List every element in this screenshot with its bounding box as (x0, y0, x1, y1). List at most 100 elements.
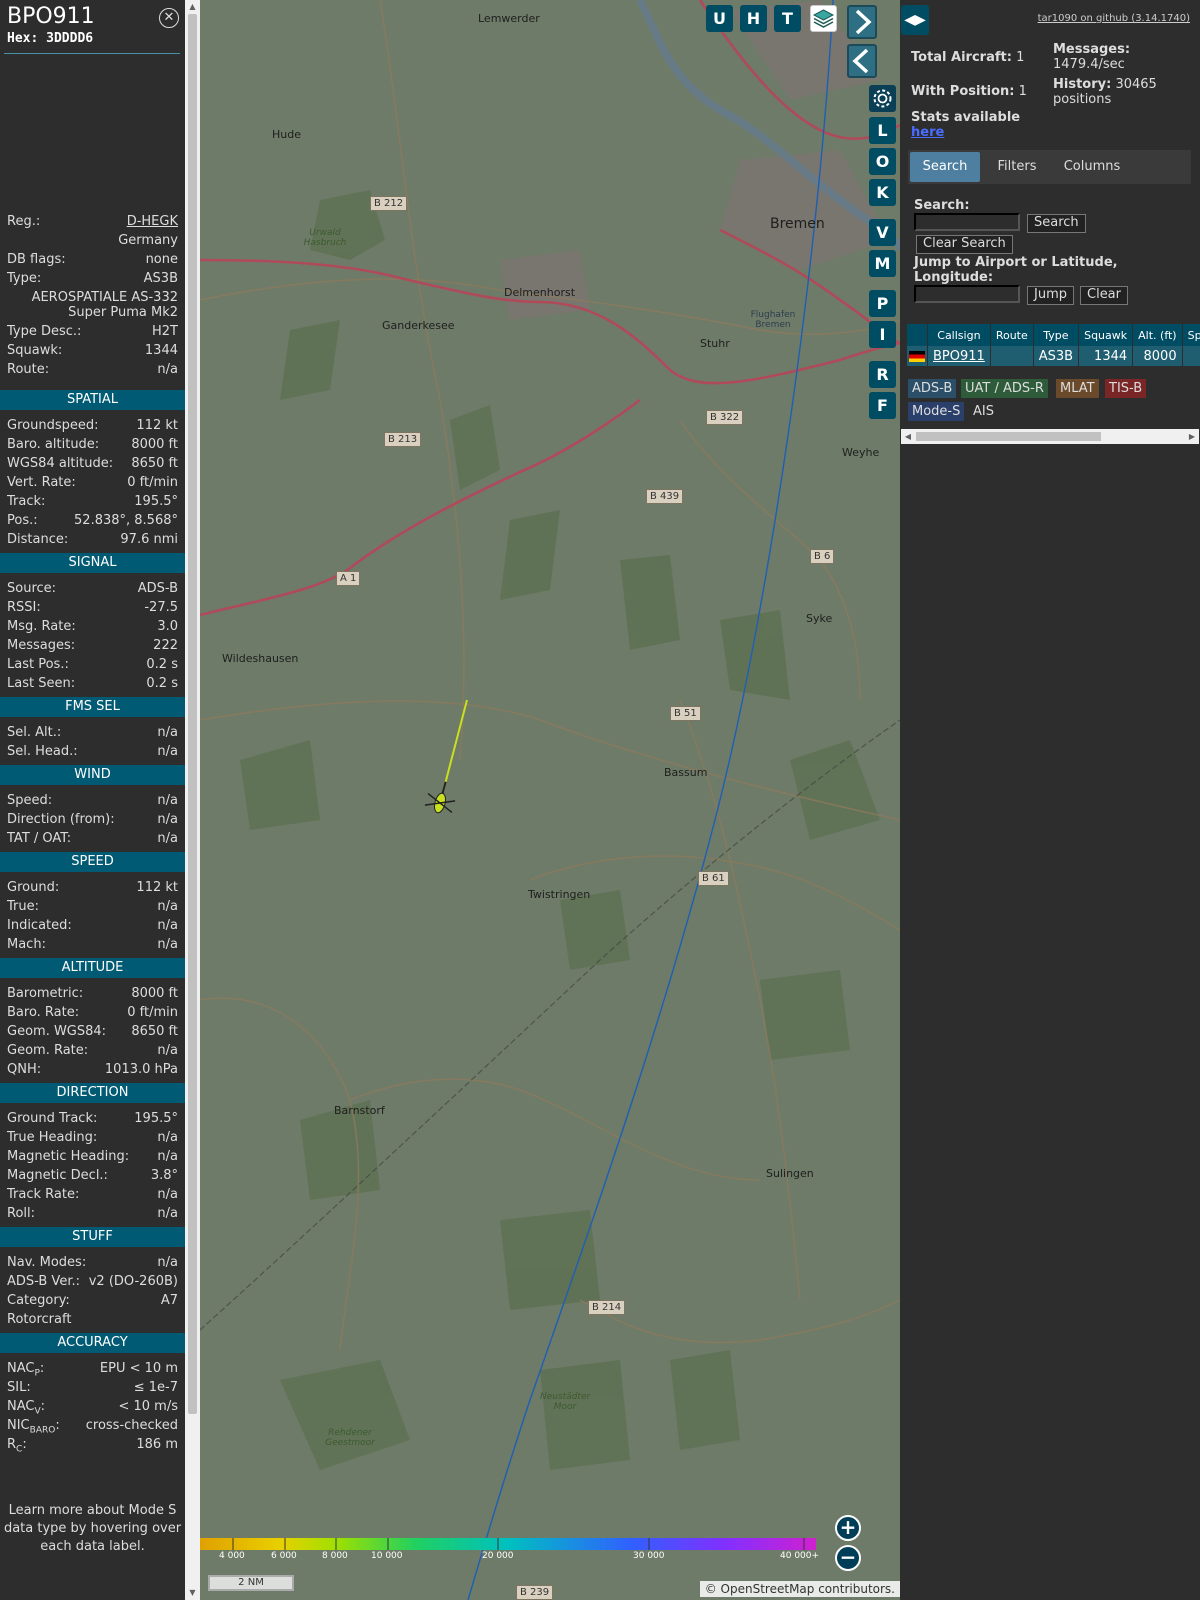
detail-row: Distance: 97.6 nmi (0, 530, 185, 549)
github-link[interactable]: tar1090 on github (3.14.1740) (1038, 13, 1190, 24)
map-button-f[interactable]: F (869, 392, 896, 419)
column-speed[interactable]: Spd. (1182, 324, 1200, 346)
details-scrollbar[interactable]: ▲ ▼ (185, 0, 200, 1600)
detail-key: Geom. Rate: (7, 1043, 89, 1058)
detail-row: Direction (from): n/a (0, 810, 185, 829)
close-icon[interactable]: ✕ (159, 8, 179, 28)
detail-key: Mach: (7, 937, 46, 952)
map-button-u[interactable]: U (706, 5, 733, 32)
selected-callsign: BPO911 (7, 4, 95, 29)
map-button-m[interactable]: M (869, 250, 896, 277)
stats-link[interactable]: here (911, 125, 944, 140)
detail-sections: SPATIAL Groundspeed: 112 kt Baro. altitude:… (0, 386, 185, 1455)
tab-search[interactable]: Search (910, 152, 980, 182)
expand-panel-icon[interactable]: ◀▶ (901, 5, 929, 35)
detail-value: n/a (157, 831, 178, 846)
detail-row: Groundspeed: 112 kt (0, 416, 185, 435)
wood-label: Rehdener Geestmoor (325, 1428, 375, 1448)
detail-value: n/a (157, 725, 178, 740)
detail-value: n/a (157, 918, 178, 933)
tab-columns[interactable]: Columns (1054, 152, 1130, 182)
detail-row: AEROSPATIALE AS-332 Super Puma Mk2 (0, 288, 185, 322)
column-squawk[interactable]: Squawk (1079, 324, 1133, 346)
legend-tick: 30 000 (633, 1551, 665, 1561)
place-label: Syke (806, 612, 833, 625)
map-button-l[interactable]: L (869, 117, 896, 144)
jump-button[interactable]: Jump (1027, 286, 1074, 305)
detail-row: NICBARO: cross-checked (0, 1416, 185, 1436)
flag-column-header (907, 324, 927, 346)
scroll-down-icon[interactable]: ▼ (185, 1586, 200, 1600)
detail-row: Last Pos.: 0.2 s (0, 655, 185, 674)
chevron-right-icon[interactable] (847, 5, 877, 39)
map-button-p[interactable]: P (869, 290, 896, 317)
map-button-i[interactable]: I (869, 321, 896, 348)
map-button-t[interactable]: T (774, 5, 801, 32)
scroll-up-icon[interactable]: ▲ (185, 0, 200, 14)
detail-value: AS3B (143, 271, 178, 286)
section-header: ALTITUDE (0, 958, 185, 978)
info-panel: ◀▶ tar1090 on github (3.14.1740) Total A… (900, 0, 1200, 1600)
place-label: Ganderkesee (382, 319, 455, 332)
detail-key: Nav. Modes: (7, 1255, 87, 1270)
jump-input[interactable] (914, 285, 1020, 303)
row-callsign[interactable]: BPO911 (928, 346, 990, 366)
table-scrollbar[interactable]: ◀ ▶ (901, 429, 1199, 444)
detail-row: Source: ADS-B (0, 579, 185, 598)
road-label: B 439 (646, 489, 684, 504)
chevron-left-icon[interactable] (847, 44, 877, 78)
airport-label: Flughafen Bremen (750, 310, 796, 330)
map-button-o[interactable]: O (869, 148, 896, 175)
place-label: Lemwerder (478, 12, 540, 25)
column-type[interactable]: Type (1033, 324, 1079, 346)
aircraft-photo-area (0, 58, 185, 208)
search-button[interactable]: Search (1027, 214, 1086, 233)
search-input[interactable] (914, 213, 1020, 231)
detail-value: 0 ft/min (127, 1005, 178, 1020)
zoom-out-button[interactable]: − (835, 1545, 861, 1571)
scroll-right-icon[interactable]: ▶ (1185, 429, 1199, 444)
zoom-in-button[interactable]: + (835, 1515, 861, 1541)
map-button-h[interactable]: H (740, 5, 767, 32)
section-header: DIRECTION (0, 1083, 185, 1103)
osm-attribution[interactable]: © OpenStreetMap contributors. (699, 1581, 900, 1597)
detail-row: RC: 186 m (0, 1435, 185, 1455)
legend-tick: 20 000 (482, 1551, 514, 1561)
jump-label: Jump to Airport or Latitude, Longitude: (914, 255, 1118, 285)
map-button-r[interactable]: R (869, 361, 896, 388)
detail-row: Sel. Head.: n/a (0, 742, 185, 761)
tab-filters[interactable]: Filters (983, 152, 1051, 182)
column-altitude[interactable]: Alt. (ft) (1133, 324, 1182, 346)
scrollbar-thumb[interactable] (188, 14, 197, 1414)
detail-value: n/a (157, 1149, 178, 1164)
map-button-v[interactable]: V (869, 219, 896, 246)
gear-icon[interactable] (869, 85, 896, 112)
table-row[interactable]: BPO911 AS3B 1344 8000 (907, 346, 1200, 366)
detail-value: n/a (157, 744, 178, 759)
detail-key: Sel. Alt.: (7, 725, 62, 740)
scroll-left-icon[interactable]: ◀ (901, 429, 915, 444)
detail-key: Vert. Rate: (7, 475, 76, 490)
clear-jump-button[interactable]: Clear (1080, 286, 1128, 305)
place-label: Hude (272, 128, 301, 141)
detail-value: 3.8° (150, 1168, 178, 1183)
detail-value: 1013.0 hPa (104, 1062, 178, 1077)
map-view[interactable]: Lemwerder Hude Bremen Delmenhorst Gander… (200, 0, 900, 1600)
registration-link[interactable]: D-HEGK (127, 212, 178, 231)
map-button-k[interactable]: K (869, 179, 896, 206)
detail-value: 112 kt (136, 880, 178, 895)
detail-row: Sel. Alt.: n/a (0, 723, 185, 742)
table-scrollbar-thumb[interactable] (916, 432, 1101, 441)
detail-value: 186 m (136, 1437, 178, 1452)
road-label: B 51 (670, 706, 701, 721)
place-label: Barnstorf (334, 1104, 385, 1117)
total-aircraft: Total Aircraft: 1 (911, 50, 1025, 65)
column-route[interactable]: Route (990, 324, 1033, 346)
detail-row: Mach: n/a (0, 935, 185, 954)
layers-icon[interactable] (810, 5, 837, 32)
detail-row: Type: AS3B (0, 269, 185, 288)
aircraft-details-panel: BPO911 Hex: 3DDDD6 ✕ Reg.: D-HEGK Germany D… (0, 0, 185, 1600)
detail-row: Type Desc.: H2T (0, 322, 185, 341)
column-callsign[interactable]: Callsign (928, 324, 990, 346)
clear-search-button[interactable]: Clear Search (916, 235, 1013, 254)
